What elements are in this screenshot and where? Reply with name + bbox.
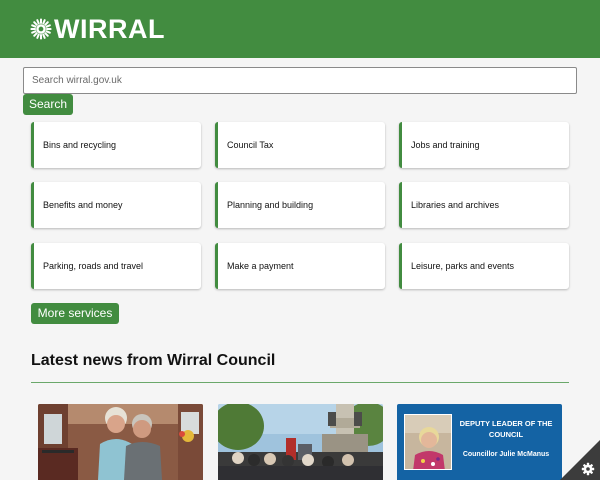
- more-services-button[interactable]: More services: [31, 303, 119, 324]
- search-button[interactable]: Search: [23, 94, 73, 115]
- news-photo-memorial: [218, 404, 383, 480]
- site-logo[interactable]: WIRRAL: [30, 15, 165, 43]
- deputy-leader-title: DEPUTY LEADER OF THE COUNCIL: [459, 419, 553, 439]
- service-tile-benefits[interactable]: Benefits and money: [31, 182, 201, 228]
- news-divider: [31, 382, 569, 383]
- gear-icon: [581, 462, 595, 476]
- service-tile-bins[interactable]: Bins and recycling: [31, 122, 201, 168]
- service-tile-libraries[interactable]: Libraries and archives: [399, 182, 569, 228]
- wirral-burst-icon: [30, 18, 52, 40]
- news-photo-couple: [38, 404, 203, 480]
- service-tile-payment[interactable]: Make a payment: [215, 243, 385, 289]
- news-heading: Latest news from Wirral Council: [31, 352, 276, 369]
- news-card-2[interactable]: [218, 404, 383, 480]
- service-tile-planning[interactable]: Planning and building: [215, 182, 385, 228]
- service-tile-jobs[interactable]: Jobs and training: [399, 122, 569, 168]
- deputy-leader-photo: [404, 414, 452, 470]
- deputy-leader-name: Councillor Julie McManus: [462, 451, 550, 458]
- service-tile-parking[interactable]: Parking, roads and travel: [31, 243, 201, 289]
- service-tile-council-tax[interactable]: Council Tax: [215, 122, 385, 168]
- site-header: WIRRAL: [0, 0, 600, 58]
- search-input[interactable]: [23, 67, 577, 94]
- service-tile-leisure[interactable]: Leisure, parks and events: [399, 243, 569, 289]
- news-card-3[interactable]: DEPUTY LEADER OF THE COUNCIL Councillor …: [397, 404, 562, 480]
- logo-text: WIRRAL: [54, 14, 165, 44]
- news-card-1[interactable]: [38, 404, 203, 480]
- cookie-settings-button[interactable]: [560, 440, 600, 480]
